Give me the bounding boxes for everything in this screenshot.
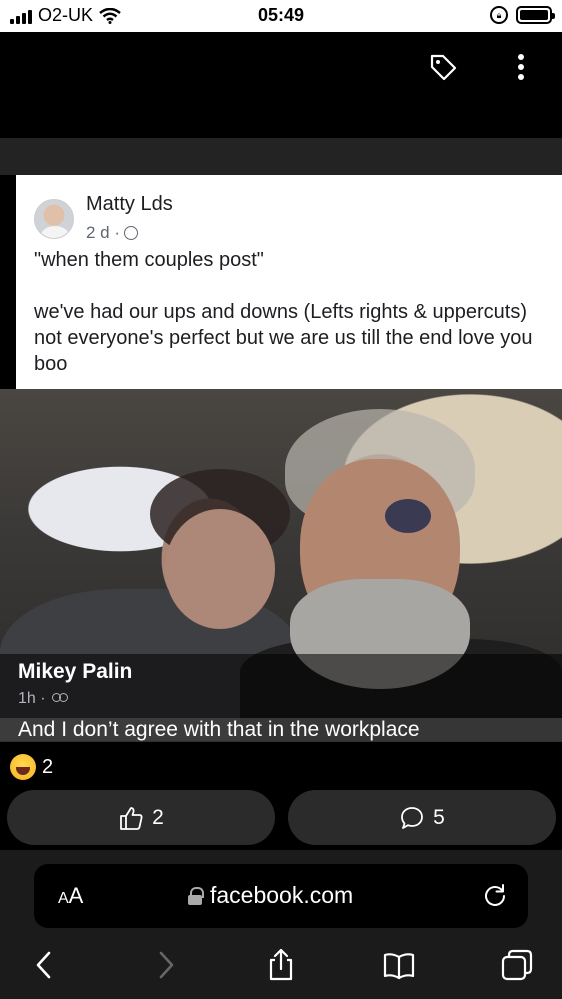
back-arrow-icon[interactable] <box>28 948 62 982</box>
avatar <box>34 199 74 239</box>
status-bar: O2-UK 05:49 🔒︎ <box>0 0 562 32</box>
reaction-count: 2 <box>42 755 54 778</box>
comment-author[interactable]: Mikey Palin <box>18 660 132 684</box>
lock-icon <box>188 886 204 905</box>
url-text: facebook.com <box>210 882 354 908</box>
like-button[interactable]: 2 <box>7 790 275 845</box>
post-time: 2 d · <box>86 223 121 242</box>
clock-time: 05:49 <box>257 5 305 25</box>
viewer-header <box>0 32 562 138</box>
shared-post-screenshot: Matty Lds 2 d · "when them couples post"… <box>16 175 562 389</box>
comment-meta: 1h · <box>18 690 68 708</box>
orientation-lock-icon: 🔒︎ <box>490 6 508 24</box>
tag-icon[interactable] <box>428 52 458 82</box>
comment-button[interactable]: 5 <box>288 790 556 845</box>
post-meta: 2 d · <box>86 223 139 243</box>
divider-band <box>0 138 562 175</box>
tabs-icon[interactable] <box>500 948 534 982</box>
status-right: 🔒︎ <box>490 6 555 24</box>
thumbs-up-icon <box>120 806 143 830</box>
forward-arrow-icon[interactable] <box>148 948 182 982</box>
friends-icon <box>51 693 68 705</box>
comment-count: 5 <box>433 805 445 829</box>
reload-icon[interactable] <box>482 882 508 908</box>
post-body: we've had our ups and downs (Lefts right… <box>34 301 533 375</box>
comment-time: 1h · <box>18 690 46 707</box>
reaction-summary[interactable]: 2 <box>10 754 53 780</box>
battery-icon <box>516 6 555 24</box>
like-count: 2 <box>152 805 164 829</box>
bookmarks-icon[interactable] <box>382 948 416 982</box>
post-author: Matty Lds <box>86 193 173 215</box>
haha-reaction-icon <box>10 754 36 780</box>
share-icon[interactable] <box>264 948 298 982</box>
more-options-icon[interactable] <box>508 52 534 82</box>
globe-icon <box>124 226 139 240</box>
post-quote: "when them couples post" <box>34 249 264 271</box>
url-display[interactable]: facebook.com <box>188 882 353 909</box>
comment-bubble-icon <box>401 806 424 829</box>
reader-settings-button[interactable]: AA <box>58 883 83 909</box>
comment-text: And I don’t agree with that in the workp… <box>18 718 420 741</box>
